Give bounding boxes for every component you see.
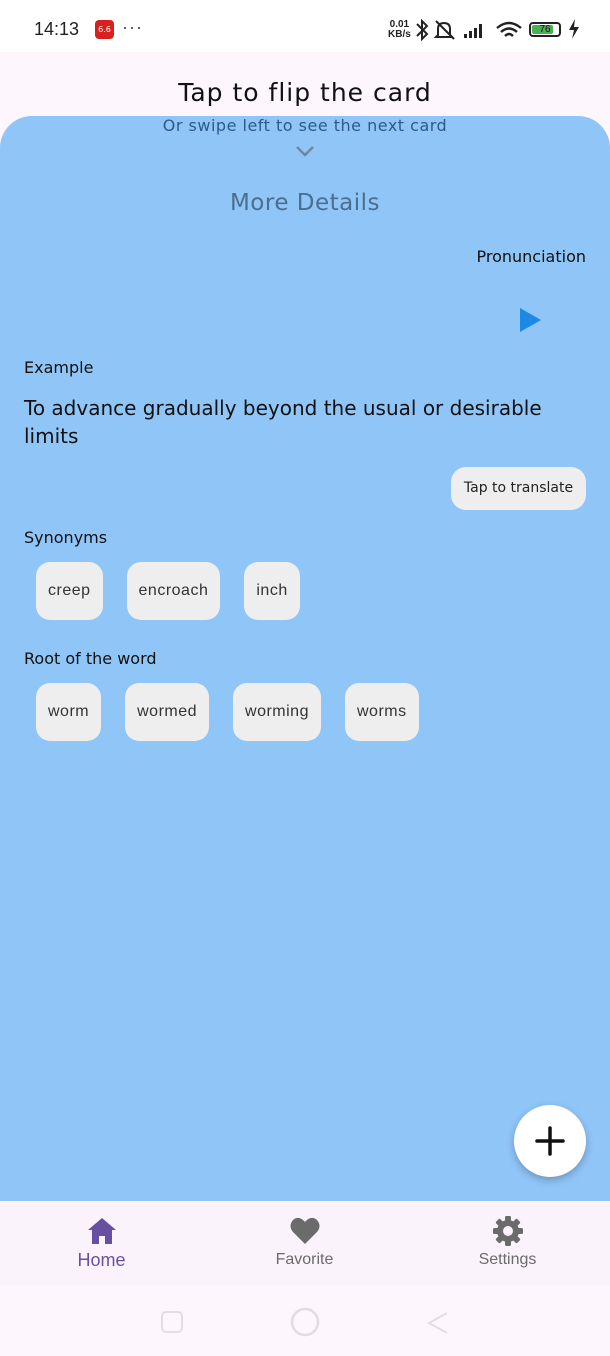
network-speed: 0.01 KB/s xyxy=(388,20,411,40)
more-notifications-icon: ··· xyxy=(122,17,143,37)
synonym-chip[interactable]: creep xyxy=(36,562,103,620)
app-notification-icon: 6.6 xyxy=(95,20,114,39)
bluetooth-icon xyxy=(416,18,429,42)
nav-label-home: Home xyxy=(77,1250,126,1270)
roots-list: worm wormed worming worms xyxy=(36,683,419,741)
home-icon xyxy=(87,1218,116,1244)
example-text: To advance gradually beyond the usual or… xyxy=(24,396,542,448)
synonym-chip[interactable]: encroach xyxy=(126,562,221,620)
root-chip[interactable]: worming xyxy=(233,683,321,741)
synonym-chip[interactable]: inch xyxy=(244,562,300,620)
add-card-button[interactable] xyxy=(514,1105,586,1177)
home-circle-icon[interactable] xyxy=(289,1306,321,1338)
root-label: Root of the word xyxy=(24,649,157,668)
mute-bell-icon xyxy=(433,20,455,40)
pronunciation-label: Pronunciation xyxy=(476,247,587,266)
play-icon xyxy=(520,308,541,332)
example-label: Example xyxy=(24,358,94,377)
translate-button[interactable]: Tap to translate xyxy=(451,467,586,510)
plus-icon xyxy=(535,1126,565,1156)
status-icons xyxy=(416,18,522,42)
network-speed-unit: KB/s xyxy=(388,29,411,40)
gear-icon xyxy=(492,1216,523,1246)
nav-item-favorite[interactable]: Favorite xyxy=(203,1201,406,1285)
status-time: 14:13 xyxy=(34,19,80,39)
heart-icon xyxy=(290,1217,319,1244)
battery-level: 76 xyxy=(539,24,551,35)
root-chip[interactable]: wormed xyxy=(125,683,210,741)
back-icon[interactable] xyxy=(425,1309,451,1335)
card-subtitle: Or swipe left to see the next card xyxy=(162,116,448,135)
root-chip[interactable]: worm xyxy=(36,683,102,741)
flip-card-title: Tap to flip the card xyxy=(178,78,432,107)
more-details-heading: More Details xyxy=(229,190,381,216)
nav-item-home[interactable]: Home xyxy=(0,1201,203,1285)
nav-label-favorite: Favorite xyxy=(275,1251,334,1268)
charging-icon xyxy=(569,19,579,39)
flash-card[interactable]: Or swipe left to see the next card More … xyxy=(0,116,610,1201)
signal-icon xyxy=(464,24,482,38)
recent-apps-icon[interactable] xyxy=(159,1309,185,1335)
synonyms-list: creep encroach inch xyxy=(36,562,300,620)
battery-icon: 76 xyxy=(529,22,561,37)
nav-item-settings[interactable]: Settings xyxy=(406,1201,609,1285)
chevron-down-icon[interactable] xyxy=(294,144,316,158)
wifi-icon xyxy=(496,21,522,37)
root-chip[interactable]: worms xyxy=(344,683,419,741)
bottom-navigation: Home Favorite Settings xyxy=(0,1201,610,1285)
nav-label-settings: Settings xyxy=(478,1251,537,1268)
system-navigation-bar xyxy=(0,1285,610,1356)
play-pronunciation-button[interactable] xyxy=(517,306,543,334)
synonyms-label: Synonyms xyxy=(24,528,108,547)
status-bar: 14:13 6.6 ··· 0.01 KB/s 76 xyxy=(0,0,610,52)
